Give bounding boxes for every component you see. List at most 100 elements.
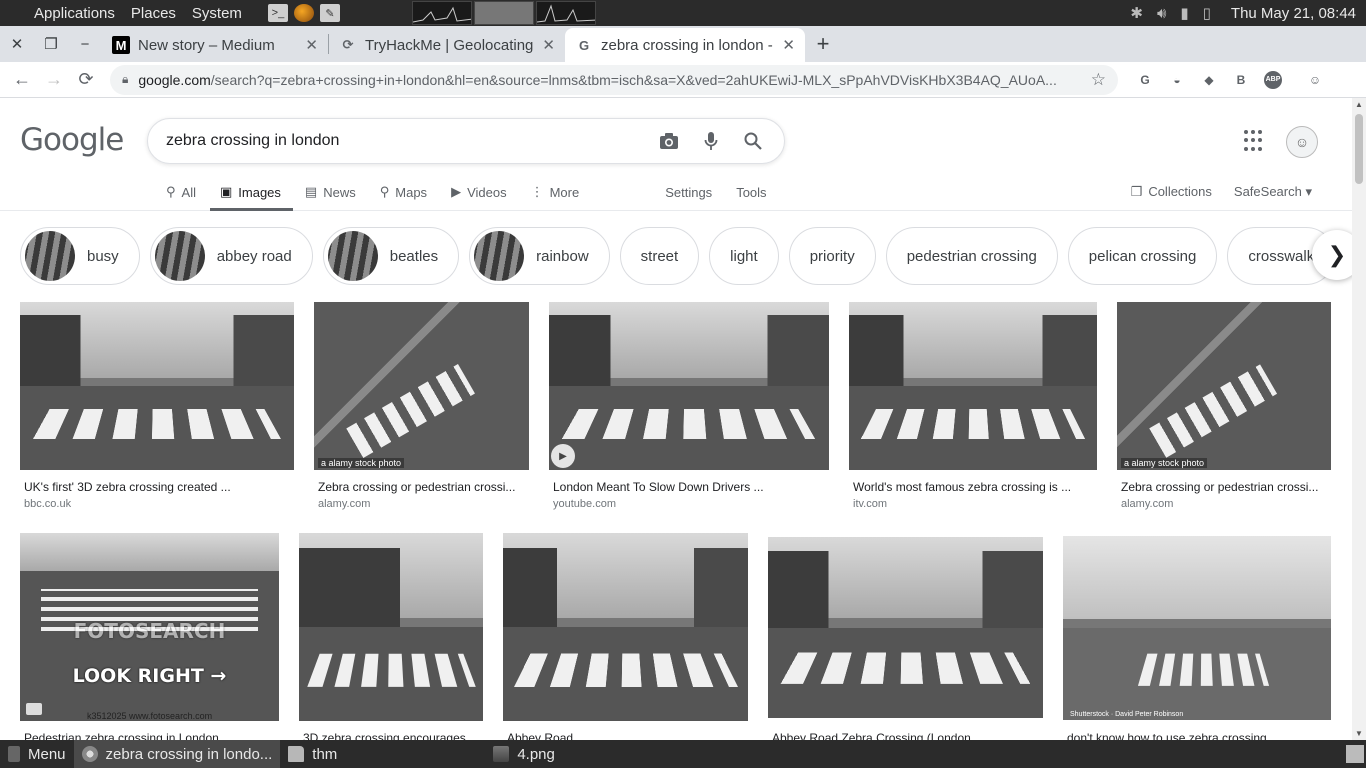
terminal-launcher-icon[interactable]: >_	[267, 4, 288, 22]
search-box[interactable]	[147, 118, 785, 164]
result-caption[interactable]: UK's first' 3D zebra crossing created ..…	[24, 480, 294, 494]
signal-icon[interactable]: ▮	[1180, 4, 1188, 22]
video-play-icon[interactable]: ▶	[551, 444, 575, 468]
scroll-down-icon[interactable]: ▼	[1355, 729, 1363, 738]
account-avatar[interactable]: ☺	[1286, 126, 1318, 158]
image-result[interactable]: FOTOSEARCH LOOK RIGHT → k3512025 www.fot…	[20, 533, 279, 745]
panel-menu-system[interactable]: System	[184, 5, 250, 22]
new-tab-button[interactable]: +	[805, 31, 841, 57]
result-image[interactable]	[849, 302, 1097, 470]
firefox-launcher-icon[interactable]	[293, 4, 314, 22]
taskbar-menu-button[interactable]: Menu	[0, 740, 74, 768]
image-result[interactable]: Abbey Road	[503, 533, 748, 745]
tools-link[interactable]: Tools	[736, 174, 766, 210]
related-chip[interactable]: busy	[20, 227, 140, 285]
result-image[interactable]: a alamy stock photo	[314, 302, 529, 470]
related-chip[interactable]: rainbow	[469, 227, 610, 285]
profile-extension-icon[interactable]: ☺	[1306, 71, 1324, 89]
taskbar-item-chrome[interactable]: zebra crossing in londo...	[73, 740, 281, 768]
adblock-plus-icon[interactable]: ABP	[1264, 70, 1282, 89]
browser-tab-medium[interactable]: M New story – Medium ✕	[102, 28, 328, 62]
result-image[interactable]	[768, 537, 1043, 718]
battery-icon[interactable]: ▯	[1203, 4, 1211, 22]
result-caption[interactable]: London Meant To Slow Down Drivers ...	[553, 480, 829, 494]
collections-link[interactable]: ❒ Collections	[1131, 184, 1212, 200]
image-result[interactable]: Shutterstock · David Peter Robinson don'…	[1063, 536, 1331, 745]
camera-search-icon[interactable]	[656, 128, 682, 154]
fox-extension-icon[interactable]: ◆	[1200, 71, 1218, 89]
back-button[interactable]: ←	[6, 69, 38, 90]
image-result[interactable]: ▶ London Meant To Slow Down Drivers ... …	[549, 302, 829, 512]
image-result[interactable]: a alamy stock photo Zebra crossing or pe…	[314, 302, 529, 512]
bluetooth-icon[interactable]: ✱	[1130, 4, 1143, 22]
result-image[interactable]: FOTOSEARCH LOOK RIGHT → k3512025 www.fot…	[20, 533, 279, 721]
close-window-icon[interactable]: ✕	[0, 35, 34, 53]
result-caption[interactable]: World's most famous zebra crossing is ..…	[853, 480, 1097, 494]
google-logo[interactable]: Google	[20, 122, 124, 158]
result-image[interactable]	[20, 302, 294, 470]
bookmark-star-icon[interactable]: ☆	[1091, 70, 1106, 90]
result-source[interactable]: youtube.com	[553, 498, 616, 510]
google-extension-icon[interactable]: G	[1136, 71, 1154, 89]
tab-videos[interactable]: ▶ Videos	[451, 174, 507, 210]
volume-icon[interactable]: 🔊︎	[1157, 5, 1166, 22]
forward-button[interactable]: →	[38, 69, 70, 90]
related-chip[interactable]: street	[619, 227, 700, 285]
result-caption[interactable]: Zebra crossing or pedestrian crossi...	[318, 480, 529, 494]
image-result[interactable]: 3D zebra crossing encourages	[299, 533, 483, 745]
search-input[interactable]	[166, 132, 640, 150]
result-caption[interactable]: Zebra crossing or pedestrian crossi...	[1121, 480, 1331, 494]
related-chip[interactable]: pedestrian crossing	[885, 227, 1058, 285]
restore-window-icon[interactable]: ❐	[34, 35, 68, 53]
close-tab-icon[interactable]: ✕	[305, 36, 318, 54]
result-source[interactable]: alamy.com	[318, 498, 370, 510]
result-source[interactable]: itv.com	[853, 498, 887, 510]
image-result[interactable]: World's most famous zebra crossing is ..…	[849, 302, 1097, 512]
related-chip[interactable]: pelican crossing	[1067, 227, 1218, 285]
incognito-extension-icon[interactable]: ◒	[1168, 71, 1186, 89]
browser-tab-tryhackme[interactable]: ⟳ TryHackMe | Geolocating ✕	[329, 28, 565, 62]
image-result[interactable]: UK's first' 3D zebra crossing created ..…	[20, 302, 294, 512]
related-chip[interactable]: light	[709, 227, 779, 285]
panel-menu-applications[interactable]: Applications	[0, 5, 123, 22]
related-chip[interactable]: priority	[788, 227, 876, 285]
image-result[interactable]: a alamy stock photo Zebra crossing or pe…	[1117, 302, 1331, 512]
search-icon[interactable]	[740, 128, 766, 154]
panel-menu-places[interactable]: Places	[123, 5, 184, 22]
tab-images[interactable]: ▣ Images	[209, 174, 293, 211]
clock[interactable]: Thu May 21, 08:44	[1231, 5, 1356, 22]
minimize-window-icon[interactable]: −	[68, 36, 102, 53]
tab-more[interactable]: ⋮ More	[531, 174, 580, 210]
reload-button[interactable]: ⟳	[70, 69, 102, 90]
result-image[interactable]	[503, 533, 748, 721]
taskbar-item-folder[interactable]: thm	[280, 740, 345, 768]
microphone-icon[interactable]	[698, 128, 724, 154]
tab-news[interactable]: ▤ News	[305, 174, 356, 210]
safesearch-menu[interactable]: SafeSearch ▾	[1234, 184, 1312, 200]
lock-icon[interactable]: 🔒︎	[122, 72, 128, 87]
close-tab-icon[interactable]: ✕	[782, 36, 795, 54]
tab-all[interactable]: ⚲ All	[166, 174, 196, 210]
related-chip[interactable]: abbey road	[149, 227, 313, 285]
taskbar-item-image[interactable]: 4.png	[485, 740, 563, 768]
close-tab-icon[interactable]: ✕	[542, 36, 555, 54]
show-desktop-icon[interactable]	[1346, 745, 1364, 763]
result-image[interactable]: a alamy stock photo	[1117, 302, 1331, 470]
b-extension-icon[interactable]: B	[1232, 71, 1250, 89]
settings-link[interactable]: Settings	[665, 174, 712, 210]
url-text[interactable]: google.com/search?q=zebra+crossing+in+lo…	[138, 72, 1082, 88]
result-source[interactable]: bbc.co.uk	[24, 498, 71, 510]
image-result[interactable]: Abbey Road Zebra Crossing (London	[768, 537, 1043, 745]
result-image[interactable]: ▶	[549, 302, 829, 470]
result-image[interactable]: Shutterstock · David Peter Robinson	[1063, 536, 1331, 720]
text-editor-launcher-icon[interactable]: ✎	[319, 4, 340, 22]
scrollbar-thumb[interactable]	[1355, 114, 1363, 184]
result-image[interactable]	[299, 533, 483, 721]
related-chip[interactable]: beatles	[322, 227, 460, 285]
page-scrollbar[interactable]: ▲ ▼	[1352, 98, 1366, 740]
google-apps-icon[interactable]	[1244, 130, 1266, 152]
scroll-up-icon[interactable]: ▲	[1355, 100, 1363, 109]
result-source[interactable]: alamy.com	[1121, 498, 1173, 510]
address-bar[interactable]: 🔒︎ google.com/search?q=zebra+crossing+in…	[110, 64, 1118, 95]
tab-maps[interactable]: ⚲ Maps	[380, 174, 427, 210]
